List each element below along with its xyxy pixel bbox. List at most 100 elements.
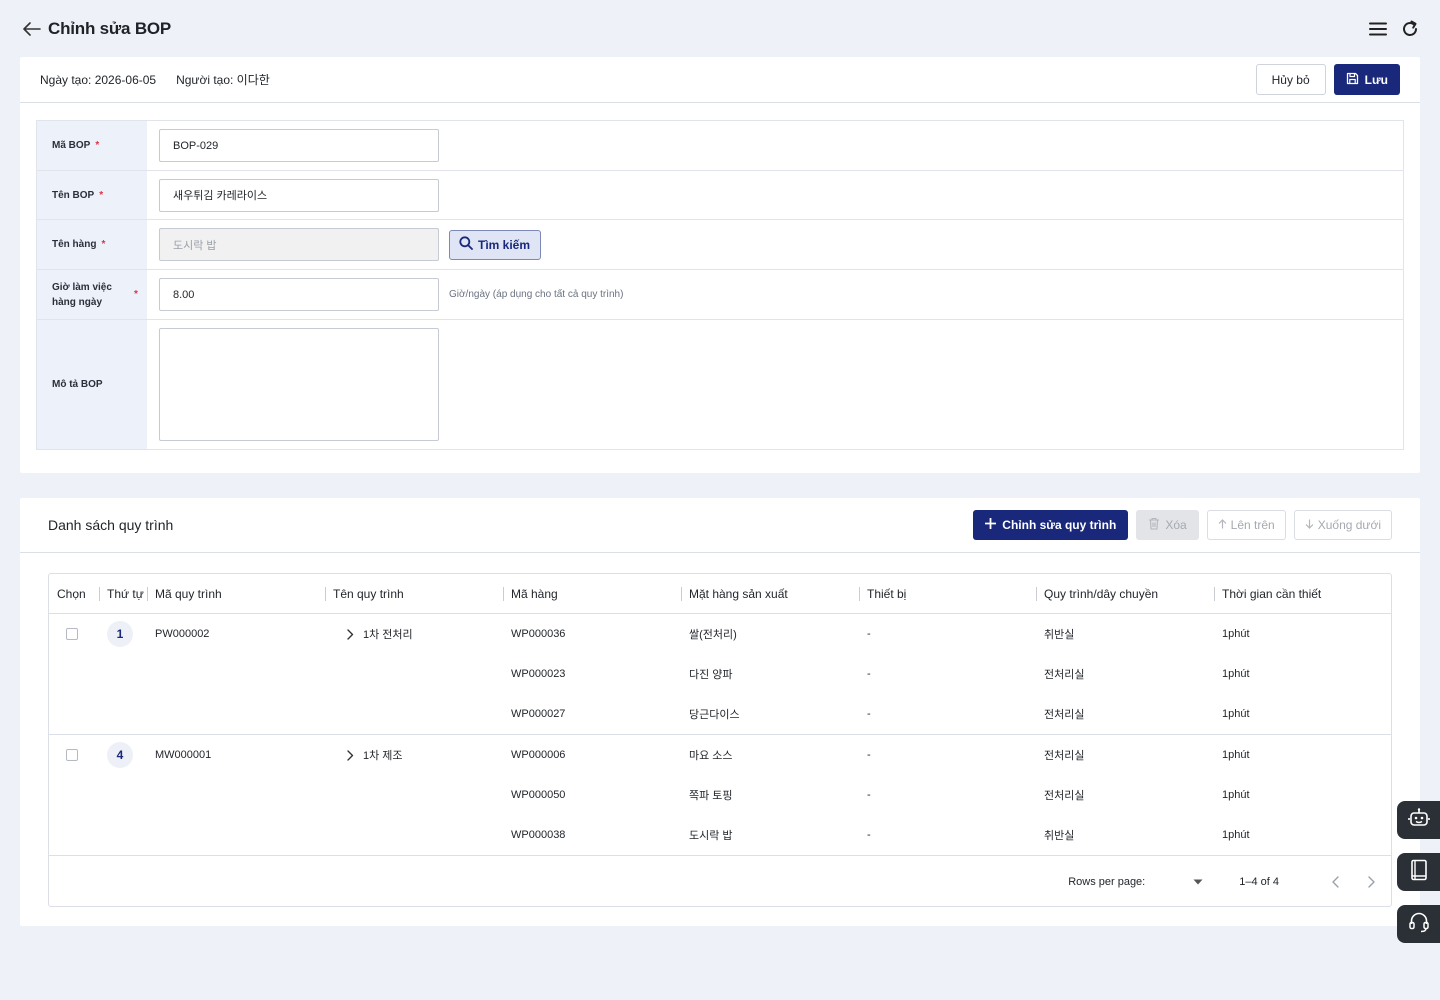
process-code: MW000001 bbox=[155, 749, 212, 761]
item-code: WP000023 bbox=[511, 668, 566, 680]
chatbot-button[interactable] bbox=[1397, 801, 1440, 839]
meta-row: Ngày tạo: 2026-06-05 Người tạo: 이다한 Hủy … bbox=[20, 57, 1420, 103]
table-row: WP000023 다진 양파 - 전처리실 1phút bbox=[49, 654, 1391, 694]
time: 1phút bbox=[1222, 628, 1250, 640]
item-code: WP000050 bbox=[511, 789, 566, 801]
equipment: - bbox=[867, 668, 871, 680]
required-mark: * bbox=[95, 140, 100, 151]
move-down-button[interactable]: Xuống dưới bbox=[1293, 510, 1392, 540]
row-checkbox[interactable] bbox=[66, 628, 78, 640]
plus-icon bbox=[984, 517, 997, 532]
process-name-cell: 1차 제조 bbox=[325, 735, 503, 775]
col-time: Thời gian cần thiết bbox=[1214, 574, 1391, 613]
table-row: WP000050 쪽파 토핑 - 전처리실 1phút bbox=[49, 775, 1391, 815]
prev-page-icon[interactable] bbox=[1325, 872, 1345, 892]
col-process-name: Tên quy trình bbox=[325, 574, 503, 613]
empty-cell bbox=[49, 694, 503, 734]
line: 전처리실 bbox=[1044, 709, 1085, 721]
process-name: 1차 제조 bbox=[333, 747, 403, 763]
process-table: Chọn Thứ tự Mã quy trình Tên quy trình M… bbox=[48, 573, 1392, 907]
product: 마요 소스 bbox=[689, 750, 733, 762]
required-mark: * bbox=[99, 189, 104, 201]
process-actions: Chỉnh sửa quy trình Xóa Lên trên Xuống d… bbox=[973, 510, 1392, 540]
process-name-cell: 1차 전처리 bbox=[325, 614, 503, 654]
table-pagination: Rows per page: 1–4 of 4 bbox=[49, 856, 1391, 908]
search-button[interactable]: Tìm kiếm bbox=[449, 229, 542, 260]
process-code: PW000002 bbox=[155, 628, 210, 640]
description-textarea[interactable] bbox=[159, 328, 439, 441]
required-mark: * bbox=[101, 239, 106, 250]
process-name-text: 1차 제조 bbox=[363, 750, 403, 762]
page-title: Chỉnh sửa BOP bbox=[48, 18, 172, 38]
chevron-right-icon[interactable] bbox=[345, 749, 355, 761]
edit-process-label: Chỉnh sửa quy trình bbox=[1002, 518, 1117, 532]
delete-button[interactable]: Xóa bbox=[1136, 510, 1199, 540]
line: 전처리실 bbox=[1044, 669, 1085, 681]
page-info: 1–4 of 4 bbox=[1239, 876, 1279, 888]
form-row-desc: Mô tả BOP bbox=[37, 320, 1403, 449]
chevron-right-icon[interactable] bbox=[345, 628, 355, 640]
form-row-name: Tên BOP * 새우튀김 카레라이스 bbox=[37, 171, 1403, 220]
product: 도시락 밥 bbox=[689, 830, 733, 842]
hours-hint: Giờ/ngày (áp dụng cho tất cả quy trình) bbox=[449, 289, 624, 300]
code-cell: BOP-029 bbox=[147, 121, 1403, 170]
col-order: Thứ tự bbox=[99, 574, 147, 613]
empty-cell bbox=[49, 654, 503, 694]
move-up-button[interactable]: Lên trên bbox=[1206, 510, 1286, 540]
item-code: WP000038 bbox=[511, 829, 566, 841]
move-down-label: Xuống dưới bbox=[1317, 518, 1381, 532]
bop-name-input[interactable]: 새우튀김 카레라이스 bbox=[159, 178, 439, 212]
rows-per-page-select[interactable] bbox=[1153, 872, 1203, 892]
empty-cell bbox=[49, 815, 503, 855]
hamburger-icon[interactable] bbox=[1368, 19, 1388, 39]
equipment: - bbox=[867, 628, 871, 640]
line: 전처리실 bbox=[1044, 750, 1085, 762]
line: 취반실 bbox=[1044, 830, 1075, 842]
refresh-icon[interactable] bbox=[1400, 19, 1420, 39]
hours-label: Giờ làm việc hàng ngày * bbox=[37, 270, 147, 319]
name-cell: 새우튀김 카레라이스 bbox=[147, 171, 1403, 219]
hours-input[interactable]: 8.00 bbox=[159, 278, 439, 311]
time: 1phút bbox=[1222, 749, 1250, 761]
search-icon bbox=[459, 236, 473, 253]
product: 다진 양파 bbox=[689, 669, 733, 681]
time: 1phút bbox=[1222, 708, 1250, 720]
hours-cell: 8.00 Giờ/ngày (áp dụng cho tất cả quy tr… bbox=[147, 270, 1403, 319]
item-name-input: 도시락 밥 bbox=[159, 228, 439, 261]
item-code: WP000036 bbox=[511, 628, 566, 640]
table-row: 4 MW000001 1차 제조 WP000006 마요 소스 - 전처리실 1… bbox=[49, 735, 1391, 775]
support-button[interactable] bbox=[1397, 905, 1440, 943]
desc-cell bbox=[147, 320, 1403, 449]
product: 당근다이스 bbox=[689, 709, 740, 721]
product: 쌀(전처리) bbox=[689, 629, 737, 641]
move-up-label: Lên trên bbox=[1230, 518, 1275, 532]
bop-code-input[interactable]: BOP-029 bbox=[159, 129, 439, 162]
arrow-down-icon bbox=[1305, 518, 1314, 532]
arrow-left-icon[interactable] bbox=[22, 19, 42, 39]
manual-button[interactable] bbox=[1397, 853, 1440, 891]
search-label: Tìm kiếm bbox=[478, 237, 531, 252]
top-actions bbox=[1368, 19, 1420, 39]
select-cell bbox=[49, 614, 99, 654]
process-group: 4 MW000001 1차 제조 WP000006 마요 소스 - 전처리실 1… bbox=[49, 735, 1391, 856]
form-row-item: Tên hàng * 도시락 밥 Tìm kiếm bbox=[37, 220, 1403, 270]
process-list-card: Danh sách quy trình Chỉnh sửa quy trình … bbox=[20, 498, 1420, 926]
table-row: WP000027 당근다이스 - 전처리실 1phút bbox=[49, 694, 1391, 734]
name-label: Tên BOP * bbox=[37, 171, 147, 219]
item-cell: 도시락 밥 Tìm kiếm bbox=[147, 220, 1403, 269]
process-name-text: 1차 전처리 bbox=[363, 629, 413, 641]
save-button[interactable]: Lưu bbox=[1333, 64, 1400, 95]
time: 1phút bbox=[1222, 789, 1250, 801]
time: 1phút bbox=[1222, 829, 1250, 841]
code-label: Mã BOP * bbox=[37, 121, 147, 170]
desc-label: Mô tả BOP bbox=[37, 320, 147, 449]
trash-icon bbox=[1148, 517, 1160, 533]
next-page-icon[interactable] bbox=[1361, 872, 1381, 892]
edit-process-button[interactable]: Chỉnh sửa quy trình bbox=[973, 510, 1129, 540]
row-checkbox[interactable] bbox=[66, 749, 78, 761]
item-code: WP000006 bbox=[511, 749, 566, 761]
cancel-button[interactable]: Hủy bỏ bbox=[1255, 64, 1326, 95]
empty-cell bbox=[49, 775, 503, 815]
item-label: Tên hàng * bbox=[37, 220, 147, 269]
item-code: WP000027 bbox=[511, 708, 566, 720]
